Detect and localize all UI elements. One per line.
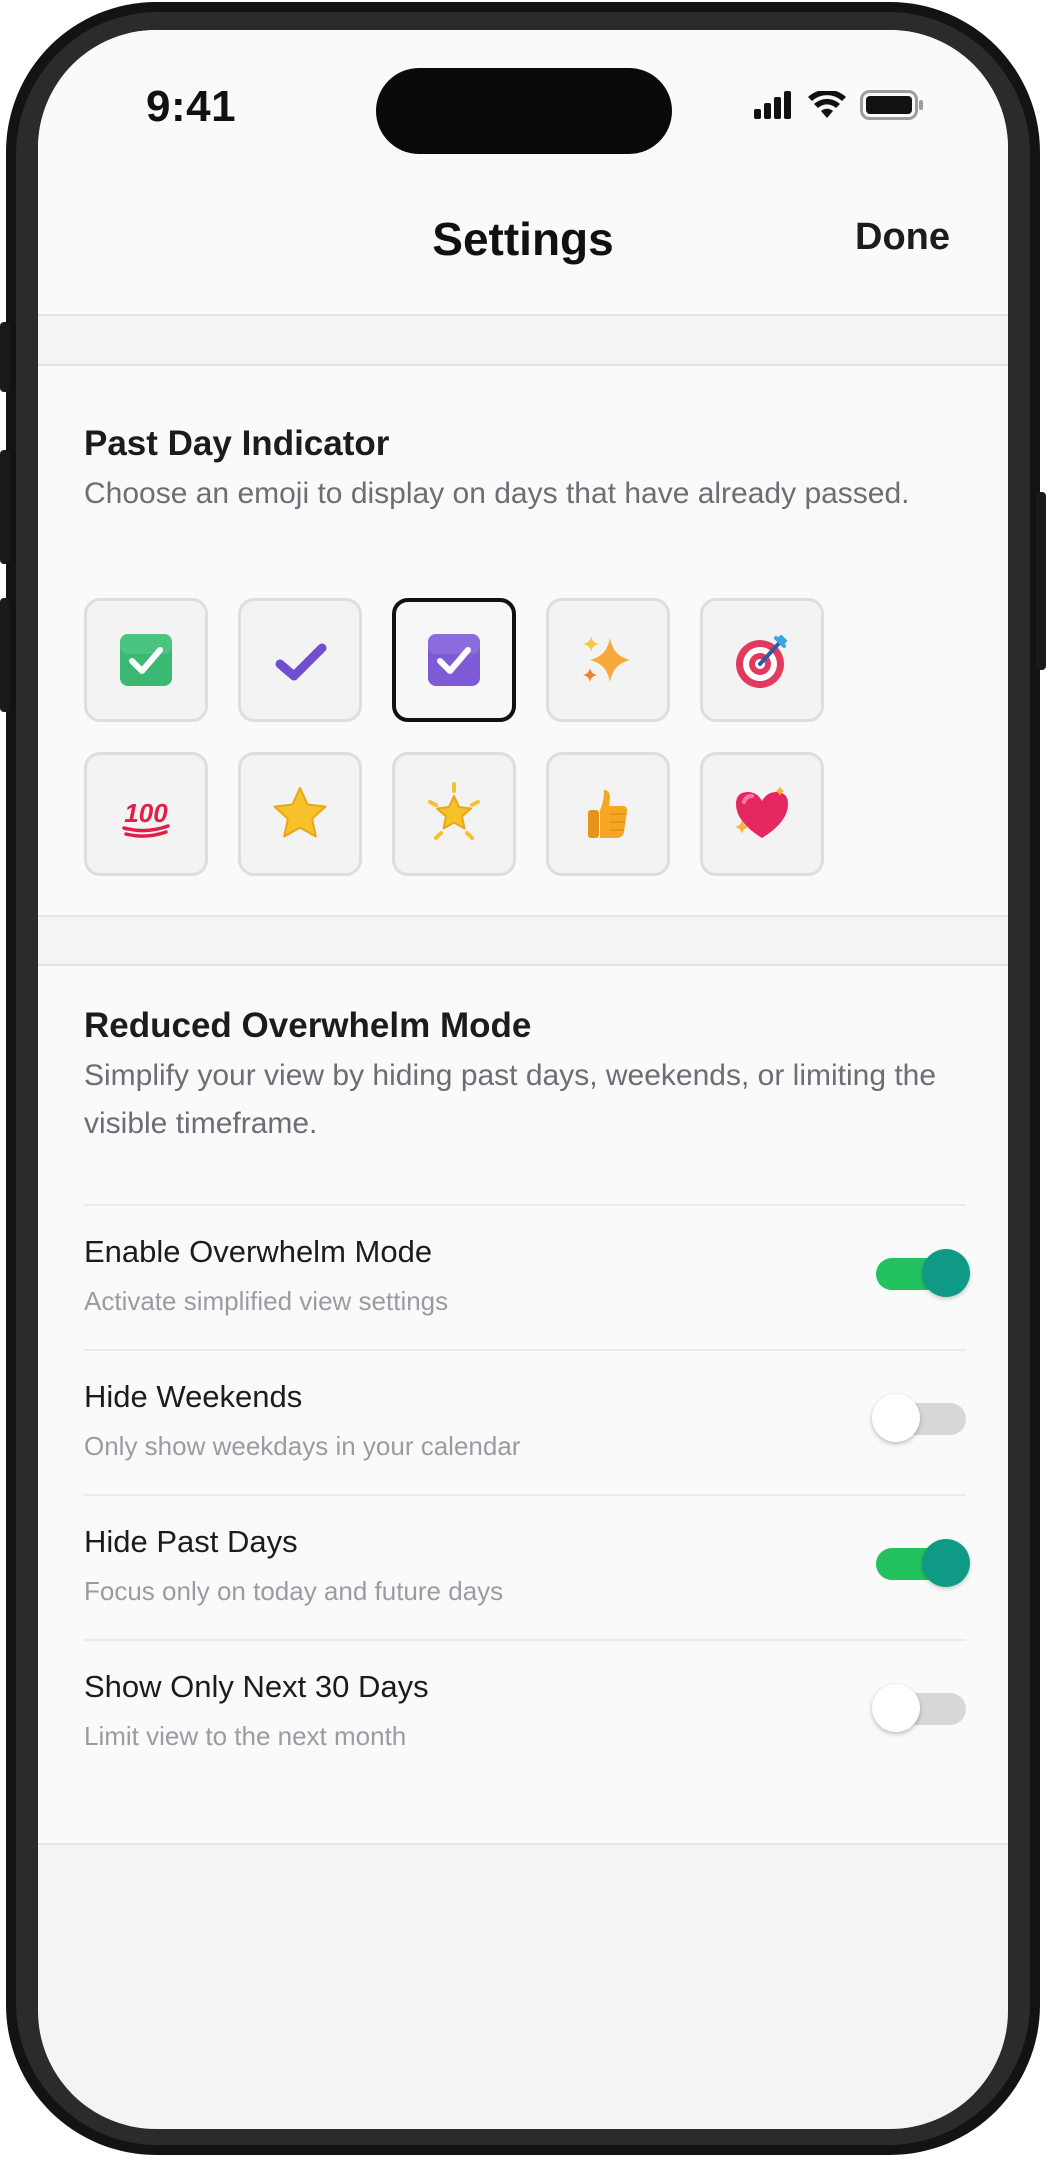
- sparkles-icon: [583, 636, 630, 682]
- emoji-grid: 100: [84, 598, 844, 876]
- setting-label: Hide Past Days: [84, 1524, 298, 1559]
- hide-weekends-toggle[interactable]: [872, 1394, 966, 1442]
- toggle-knob: [922, 1539, 970, 1587]
- emoji-option-selected[interactable]: [392, 598, 516, 722]
- svg-text:100: 100: [124, 798, 168, 828]
- emoji-option[interactable]: [392, 752, 516, 876]
- status-bar: 9:41: [38, 30, 1008, 180]
- emoji-option[interactable]: [546, 598, 670, 722]
- thumbs-up-icon: [588, 790, 628, 838]
- past-day-indicator-section: Past Day Indicator Choose an emoji to di…: [38, 364, 1008, 917]
- emoji-option[interactable]: [238, 598, 362, 722]
- action-button: [0, 322, 10, 392]
- green-check-box-icon: [120, 634, 172, 686]
- toggle-knob: [872, 1684, 920, 1732]
- emoji-option[interactable]: [700, 598, 824, 722]
- enable-overwhelm-mode-toggle[interactable]: [876, 1249, 970, 1297]
- dynamic-island: [376, 68, 672, 154]
- setting-row-enable-overwhelm-mode: Enable Overwhelm Mode Activate simplifie…: [84, 1204, 970, 1349]
- section-description: Choose an emoji to display on days that …: [84, 477, 910, 510]
- star-icon: [273, 787, 327, 838]
- setting-subtitle: Only show weekdays in your calendar: [84, 1431, 521, 1461]
- cellular-signal-icon: [754, 91, 791, 119]
- purple-check-box-icon: [428, 634, 480, 686]
- setting-label: Hide Weekends: [84, 1379, 303, 1414]
- hide-past-days-toggle[interactable]: [876, 1539, 970, 1587]
- battery-icon: [860, 90, 923, 120]
- purple-check-mark-icon: [275, 643, 327, 681]
- hundred-points-icon: 100: [122, 798, 170, 838]
- setting-row-show-only-next-30-days: Show Only Next 30 Days Limit view to the…: [84, 1639, 966, 1784]
- section-title: Past Day Indicator: [84, 424, 390, 463]
- setting-subtitle: Activate simplified view settings: [84, 1286, 449, 1316]
- emoji-option[interactable]: [700, 752, 824, 876]
- emoji-option[interactable]: [238, 752, 362, 876]
- section-title: Reduced Overwhelm Mode: [84, 1006, 532, 1045]
- toggle-knob: [922, 1249, 970, 1297]
- setting-label: Enable Overwhelm Mode: [84, 1234, 433, 1269]
- show-only-next-30-days-toggle[interactable]: [872, 1684, 966, 1732]
- toggle-knob: [872, 1394, 920, 1442]
- screen: Settings Done 9:41 Past Day Indicator Ch…: [38, 30, 1008, 2129]
- done-button[interactable]: Done: [855, 216, 950, 259]
- emoji-option[interactable]: 100: [84, 752, 208, 876]
- emoji-option[interactable]: [546, 752, 670, 876]
- section-description: Simplify your view by hiding past days, …: [84, 1059, 937, 1140]
- reduced-overwhelm-section: Reduced Overwhelm Mode Simplify your vie…: [38, 964, 1008, 1845]
- wifi-icon: [808, 91, 846, 118]
- setting-subtitle: Limit view to the next month: [84, 1721, 407, 1751]
- sparkling-heart-icon: [735, 786, 788, 838]
- setting-row-hide-weekends: Hide Weekends Only show weekdays in your…: [84, 1349, 966, 1494]
- setting-row-hide-past-days: Hide Past Days Focus only on today and f…: [84, 1494, 970, 1639]
- status-time: 9:41: [146, 82, 237, 131]
- emoji-option[interactable]: [84, 598, 208, 722]
- setting-label: Show Only Next 30 Days: [84, 1669, 429, 1704]
- volume-up-button: [0, 450, 10, 564]
- status-icons: [754, 90, 924, 120]
- glowing-star-icon: [428, 782, 480, 840]
- volume-down-button: [0, 598, 10, 712]
- setting-subtitle: Focus only on today and future days: [84, 1576, 504, 1606]
- bullseye-target-icon: [736, 634, 788, 688]
- power-button: [1036, 492, 1046, 670]
